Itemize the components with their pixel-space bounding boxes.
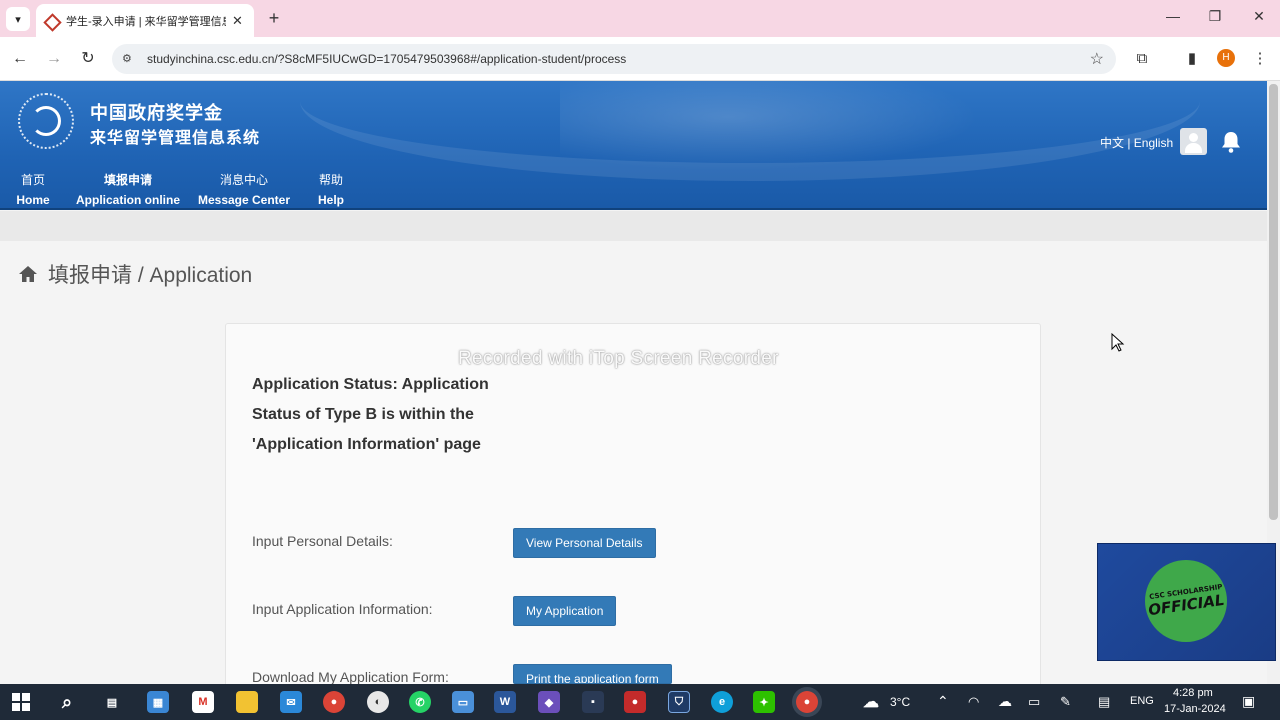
- brand-title-line2: 来华留学管理信息系统: [90, 130, 261, 147]
- profile-avatar[interactable]: H: [1217, 49, 1235, 67]
- browser-tab[interactable]: 学生-录入申请 | 来华留学管理信息系统 ✕: [36, 4, 254, 37]
- keyboard-icon[interactable]: ▤: [1098, 694, 1110, 710]
- restore-icon[interactable]: ❐: [1200, 8, 1230, 25]
- header-swoosh-decoration: [300, 81, 1200, 181]
- task-view-icon[interactable]: ▤: [101, 691, 123, 713]
- app-icon[interactable]: ◐: [367, 691, 389, 713]
- close-tab-icon[interactable]: ✕: [232, 13, 243, 29]
- window-close-icon[interactable]: ✕: [1244, 8, 1274, 25]
- side-panel-icon[interactable]: ▮: [1181, 48, 1203, 70]
- breadcrumb: 填报申请 / Application: [18, 259, 252, 289]
- scrollbar-thumb[interactable]: [1269, 84, 1278, 520]
- nav-application-online[interactable]: 填报申请 Application online: [72, 170, 184, 208]
- temperature-text: 3°C: [890, 695, 911, 709]
- shield-icon[interactable]: ⛉: [668, 691, 690, 713]
- print-application-form-button[interactable]: Print the application form: [513, 664, 672, 684]
- view-personal-details-button[interactable]: View Personal Details: [513, 528, 656, 558]
- brand-title-line1: 中国政府奖学金: [90, 103, 223, 123]
- mouse-cursor-icon: [1111, 333, 1125, 352]
- csc-scholarship-badge: CSC SCHOLARSHIP OFFICIAL: [1097, 543, 1276, 661]
- clock-date[interactable]: 17-Jan-2024: [1164, 703, 1226, 715]
- csc-logo-icon: [18, 93, 74, 149]
- personal-details-label: Input Personal Details:: [252, 533, 393, 549]
- chrome-icon[interactable]: ●: [323, 691, 345, 713]
- clock-time[interactable]: 4:28 pm: [1173, 687, 1213, 699]
- minimize-icon[interactable]: —: [1158, 8, 1188, 24]
- nav-message-center[interactable]: 消息中心 Message Center: [196, 170, 292, 208]
- search-icon[interactable]: ⌕: [56, 691, 78, 713]
- microsoft-store-icon[interactable]: ▦: [147, 691, 169, 713]
- back-arrow-icon[interactable]: ←: [9, 48, 31, 70]
- browser-tab-bar: ▾ 学生-录入申请 | 来华留学管理信息系统 ✕ + — ❐ ✕: [0, 0, 1280, 37]
- download-form-label: Download My Application Form:: [252, 669, 449, 685]
- my-application-button[interactable]: My Application: [513, 596, 617, 626]
- chevron-up-icon[interactable]: ⌃: [937, 693, 949, 710]
- site-favicon-icon: [44, 14, 58, 28]
- header-sub-band: [0, 211, 1267, 241]
- word-icon[interactable]: W: [494, 691, 516, 713]
- notification-center-icon[interactable]: ▣: [1242, 693, 1255, 710]
- chrome-profile-icon[interactable]: ●: [796, 691, 818, 713]
- reload-icon[interactable]: ↻: [77, 48, 99, 70]
- edge-icon[interactable]: e: [711, 691, 733, 713]
- home-icon: [19, 266, 37, 282]
- gmail-icon[interactable]: M: [192, 691, 214, 713]
- extensions-puzzle-icon[interactable]: ⧉: [1131, 48, 1153, 70]
- user-avatar-icon[interactable]: [1180, 128, 1207, 155]
- site-header: 中国政府奖学金 来华留学管理信息系统 中文 | English 首页 Home …: [0, 81, 1267, 210]
- language-switch[interactable]: 中文 | English: [1100, 134, 1173, 151]
- bookmark-star-icon[interactable]: ☆: [1090, 49, 1104, 69]
- badge-circle: CSC SCHOLARSHIP OFFICIAL: [1145, 560, 1227, 642]
- screen-recorder-icon[interactable]: ●: [624, 691, 646, 713]
- whatsapp-icon[interactable]: ✆: [409, 691, 431, 713]
- url-text: studyinchina.csc.edu.cn/?S8cMF5IUCwGD=17…: [147, 52, 627, 66]
- pen-icon[interactable]: ✎: [1060, 694, 1071, 710]
- chevron-down-icon: ▾: [15, 13, 21, 26]
- mail-icon[interactable]: ✉: [280, 691, 302, 713]
- nav-home[interactable]: 首页 Home: [15, 170, 51, 208]
- file-explorer-icon[interactable]: [236, 691, 258, 713]
- application-status-heading: Application Status: Application Status o…: [252, 376, 489, 453]
- app-window-icon[interactable]: ▭: [452, 691, 474, 713]
- tab-title: 学生-录入申请 | 来华留学管理信息系统: [66, 15, 226, 28]
- nav-help[interactable]: 帮助 Help: [314, 170, 348, 208]
- browser-toolbar: ← → ↻ ⚙ studyinchina.csc.edu.cn/?S8cMF5I…: [0, 37, 1280, 81]
- weather-cloud-icon[interactable]: ☁: [860, 691, 882, 713]
- page-title: 填报申请 / Application: [48, 264, 253, 287]
- site-info-icon[interactable]: ⚙: [122, 52, 136, 66]
- more-menu-icon[interactable]: ⋮: [1249, 48, 1271, 70]
- onedrive-cloud-icon[interactable]: ☁: [998, 693, 1012, 710]
- input-language[interactable]: ENG: [1130, 695, 1154, 707]
- address-bar[interactable]: ⚙ studyinchina.csc.edu.cn/?S8cMF5IUCwGD=…: [112, 44, 1116, 74]
- app-icon-dark[interactable]: ▪: [582, 691, 604, 713]
- tab-search-button[interactable]: ▾: [6, 7, 30, 31]
- forward-arrow-icon[interactable]: →: [43, 48, 65, 70]
- new-tab-button[interactable]: +: [264, 8, 284, 29]
- windows-taskbar: ⌕ ▤ ▦ M ✉ ● ◐ ✆ ▭ W ◆ ▪ ● ⛉ e ✦ ● ☁ 3°C …: [0, 684, 1280, 720]
- battery-icon[interactable]: ▭: [1028, 694, 1040, 710]
- windows-start-icon[interactable]: [12, 693, 30, 711]
- notification-bell-icon[interactable]: [1218, 129, 1244, 155]
- recorder-watermark: Recorded with iTop Screen Recorder: [458, 348, 779, 369]
- application-info-label: Input Application Information:: [252, 601, 433, 617]
- wifi-icon[interactable]: ◠: [968, 694, 979, 710]
- wechat-icon[interactable]: ✦: [753, 691, 775, 713]
- app-icon-purple[interactable]: ◆: [538, 691, 560, 713]
